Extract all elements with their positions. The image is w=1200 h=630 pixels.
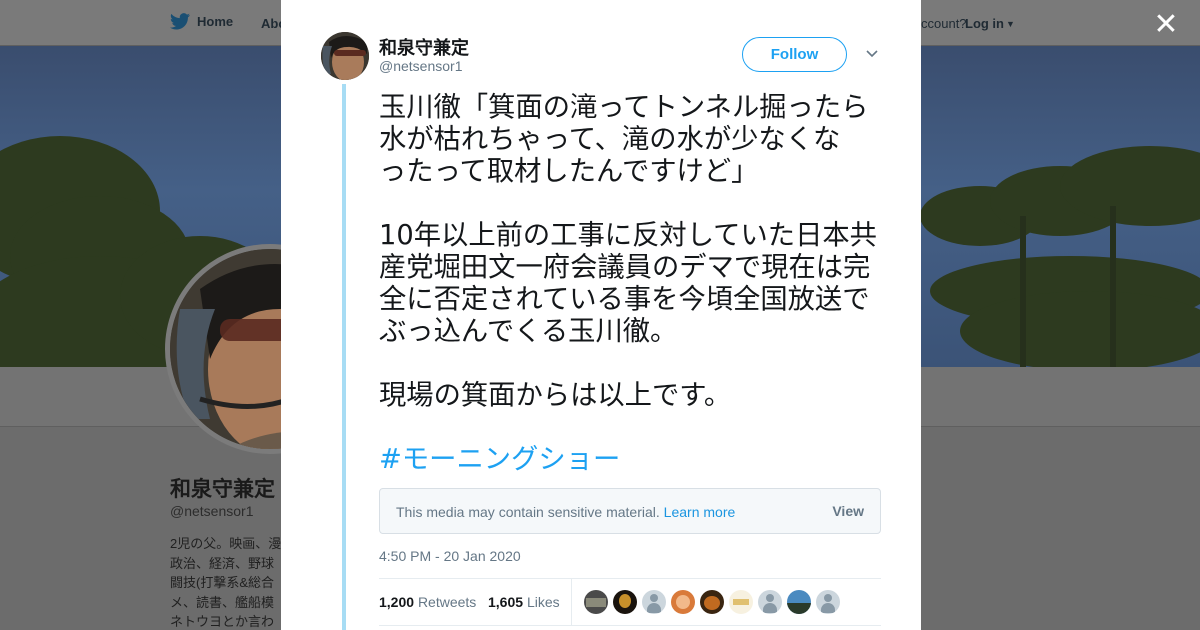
liker-avatar[interactable] (584, 590, 608, 614)
tweet-text-line (379, 348, 884, 380)
likes-stat[interactable]: 1,605 Likes (488, 594, 560, 610)
tweet-text-line: 産党堀田文一府会議員のデマで現在は完 (379, 252, 871, 283)
twitter-bird-icon (170, 13, 190, 30)
tweet-timestamp[interactable]: 4:50 PM - 20 Jan 2020 (379, 548, 521, 564)
hashtag-link[interactable]: #モーニングショー (379, 444, 884, 476)
liker-avatar[interactable] (787, 590, 811, 614)
bio-line: 2児の父。映画、漫 (170, 536, 282, 551)
tweet-text-line: 玉川徹「箕面の滝ってトンネル掘ったら (379, 92, 869, 123)
profile-name: 和泉守兼定 (170, 478, 275, 501)
author-name[interactable]: 和泉守兼定 (379, 34, 469, 60)
nav-home-label: Home (197, 14, 234, 29)
bio-line: メ、読書、艦船模 (170, 594, 275, 610)
profile-handle: @netsensor1 (170, 503, 254, 519)
tweet-modal: 和泉守兼定 @netsensor1 Follow 玉川徹「箕面の滝ってトンネル掘… (281, 0, 921, 630)
media-warning-text: This media may contain sensitive materia… (396, 504, 735, 520)
close-icon[interactable]: ✕ (1152, 10, 1180, 40)
login-caret-icon: ▼ (1006, 18, 1015, 29)
tweet-text: 玉川徹「箕面の滝ってトンネル掘ったら 水が枯れちゃって、滝の水が少なくな ったっ… (379, 92, 884, 476)
tweet-text-line: 全に否定されている事を今頃全国放送で (379, 284, 870, 315)
default-user-icon[interactable] (642, 590, 666, 614)
author-handle[interactable]: @netsensor1 (379, 58, 462, 74)
sensitive-media-notice: This media may contain sensitive materia… (379, 488, 881, 534)
tweet-text-line: 10年以上前の工事に反対していた日本共 (379, 220, 877, 251)
tweet-text-line: ぶっ込んでくる玉川徹。 (379, 316, 678, 347)
retweets-count: 1,200 (379, 594, 415, 610)
bio-line: ネトウヨとか言わ (170, 614, 275, 629)
tweet-text-line (379, 412, 884, 444)
stats-divider (571, 579, 572, 626)
profile-bio: 2児の父。映画、漫 政治、経済、野球 闘技(打撃系&総合 メ、読書、艦船模 ネト… (170, 534, 282, 630)
likes-label: Likes (526, 594, 560, 610)
tweet-text-line: ったって取材したんですけど」 (379, 156, 759, 187)
login-label: Log in (965, 16, 1004, 31)
follow-button[interactable]: Follow (742, 37, 847, 72)
retweets-stat[interactable]: 1,200 Retweets (379, 594, 476, 610)
default-user-icon[interactable] (816, 590, 840, 614)
view-media-button[interactable]: View (832, 503, 864, 519)
likes-count: 1,605 (488, 594, 524, 610)
nav-home-link[interactable]: Home (170, 13, 233, 30)
nav-account-text: ccount? (921, 16, 967, 31)
login-link[interactable]: Log in ▼ (965, 16, 1015, 31)
liker-avatar[interactable] (729, 590, 753, 614)
default-user-icon[interactable] (758, 590, 782, 614)
chevron-down-icon[interactable] (865, 46, 879, 60)
media-warning-label: This media may contain sensitive materia… (396, 504, 660, 520)
author-avatar[interactable] (321, 32, 369, 80)
tweet-text-line (379, 188, 884, 220)
bio-line: 闘技(打撃系&総合 (170, 575, 275, 590)
liker-avatar[interactable] (671, 590, 695, 614)
tweet-text-line: 現場の箕面からは以上です。 (379, 380, 732, 411)
liker-avatar[interactable] (700, 590, 724, 614)
bio-line: 政治、経済、野球 (170, 555, 275, 571)
retweets-label: Retweets (417, 594, 477, 610)
likers-avatars (584, 590, 840, 614)
learn-more-link[interactable]: Learn more (664, 504, 736, 520)
tweet-text-line: 水が枯れちゃって、滝の水が少なくな (379, 124, 841, 155)
liker-avatar[interactable] (613, 590, 637, 614)
tweet-stats: 1,200 Retweets 1,605 Likes (379, 578, 881, 626)
thread-line (342, 84, 346, 630)
